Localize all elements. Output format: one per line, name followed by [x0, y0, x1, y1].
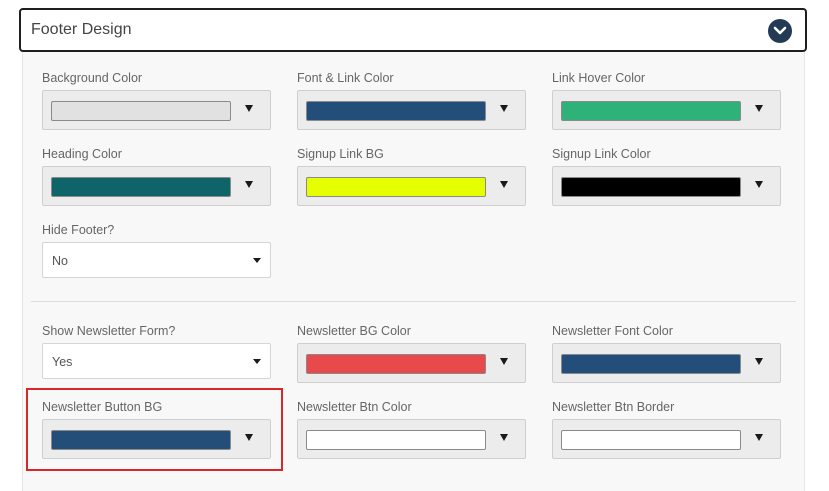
- field-label: Font & Link Color: [297, 71, 394, 85]
- newsletter-bg-color-picker[interactable]: [297, 343, 526, 383]
- caret-down-icon: [755, 358, 763, 365]
- show-newsletter-form-select[interactable]: Yes: [42, 343, 271, 379]
- field-label: Signup Link Color: [552, 147, 651, 161]
- caret-down-icon: [245, 105, 253, 112]
- signup-link-color-picker[interactable]: [552, 166, 781, 206]
- color-swatch: [561, 354, 741, 374]
- field-label: Heading Color: [42, 147, 122, 161]
- select-value: No: [52, 254, 68, 268]
- color-swatch: [561, 430, 741, 450]
- chevron-down-icon[interactable]: [768, 19, 792, 43]
- color-swatch: [51, 430, 231, 450]
- signup-link-bg-picker[interactable]: [297, 166, 526, 206]
- heading-color-picker[interactable]: [42, 166, 271, 206]
- field-label: Background Color: [42, 71, 143, 85]
- field-label: Newsletter Btn Border: [552, 400, 675, 414]
- caret-down-icon: [755, 181, 763, 188]
- field-label: Hide Footer?: [42, 223, 115, 237]
- field-label: Newsletter BG Color: [297, 324, 411, 338]
- caret-down-icon: [245, 181, 253, 188]
- newsletter-button-bg-picker[interactable]: [42, 419, 271, 459]
- caret-down-icon: [500, 181, 508, 188]
- field-label: Newsletter Button BG: [42, 400, 163, 414]
- newsletter-btn-border-picker[interactable]: [552, 419, 781, 459]
- color-swatch: [306, 101, 486, 121]
- field-label: Link Hover Color: [552, 71, 646, 85]
- color-swatch: [561, 177, 741, 197]
- section-header[interactable]: Footer Design: [19, 8, 807, 52]
- caret-down-icon: [500, 105, 508, 112]
- caret-down-icon: [755, 105, 763, 112]
- color-swatch: [51, 177, 231, 197]
- caret-down-icon: [253, 359, 261, 364]
- background-color-picker[interactable]: [42, 90, 271, 130]
- field-label: Signup Link BG: [297, 147, 384, 161]
- color-swatch: [306, 430, 486, 450]
- field-label: Newsletter Btn Color: [297, 400, 412, 414]
- caret-down-icon: [755, 434, 763, 441]
- color-swatch: [306, 177, 486, 197]
- section-title: Footer Design: [31, 21, 132, 38]
- caret-down-icon: [500, 358, 508, 365]
- color-swatch: [561, 101, 741, 121]
- caret-down-icon: [500, 434, 508, 441]
- hide-footer-select[interactable]: No: [42, 242, 271, 278]
- newsletter-btn-color-picker[interactable]: [297, 419, 526, 459]
- link-hover-color-picker[interactable]: [552, 90, 781, 130]
- field-label: Newsletter Font Color: [552, 324, 673, 338]
- caret-down-icon: [245, 434, 253, 441]
- caret-down-icon: [253, 258, 261, 263]
- section-divider: [31, 301, 796, 302]
- select-value: Yes: [52, 355, 73, 369]
- color-swatch: [306, 354, 486, 374]
- newsletter-font-color-picker[interactable]: [552, 343, 781, 383]
- color-swatch: [51, 101, 231, 121]
- field-label: Show Newsletter Form?: [42, 324, 176, 338]
- font-link-color-picker[interactable]: [297, 90, 526, 130]
